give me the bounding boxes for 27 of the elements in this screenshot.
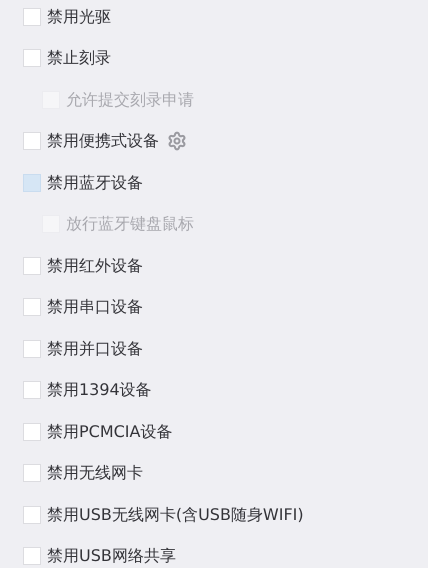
option-label: 禁用便携式设备 (47, 130, 159, 152)
checkbox[interactable] (23, 464, 41, 482)
checkbox[interactable] (23, 132, 41, 150)
option-label: 禁用1394设备 (47, 379, 152, 402)
option-label: 禁用红外设备 (47, 254, 143, 277)
checkbox[interactable] (23, 340, 41, 358)
option-label: 禁用串口设备 (47, 296, 143, 318)
option-label: 允许提交刻录申请 (66, 88, 194, 111)
option-label: 禁用并口设备 (47, 338, 143, 360)
settings-icon[interactable] (167, 131, 187, 152)
checkbox[interactable] (23, 506, 41, 524)
checkbox[interactable] (23, 547, 41, 566)
checkbox[interactable] (23, 8, 41, 26)
checkbox[interactable] (23, 256, 41, 275)
option-label: 禁用无线网卡 (47, 462, 143, 484)
checkbox[interactable] (23, 298, 41, 316)
checkbox[interactable] (23, 381, 41, 400)
option-label: 禁用光驱 (47, 6, 111, 28)
option-label: 禁用USB无线网卡(含USB随身WIFI) (47, 504, 304, 526)
option-label: 放行蓝牙键盘鼠标 (66, 213, 194, 236)
checkbox[interactable] (23, 49, 41, 68)
option-label: 禁止刻录 (47, 47, 111, 70)
option-label: 禁用PCMCIA设备 (47, 420, 172, 443)
checkbox[interactable] (23, 174, 41, 192)
option-label: 禁用USB网络共享 (47, 545, 176, 568)
checkbox[interactable] (23, 422, 41, 441)
option-label: 禁用蓝牙设备 (47, 172, 143, 194)
